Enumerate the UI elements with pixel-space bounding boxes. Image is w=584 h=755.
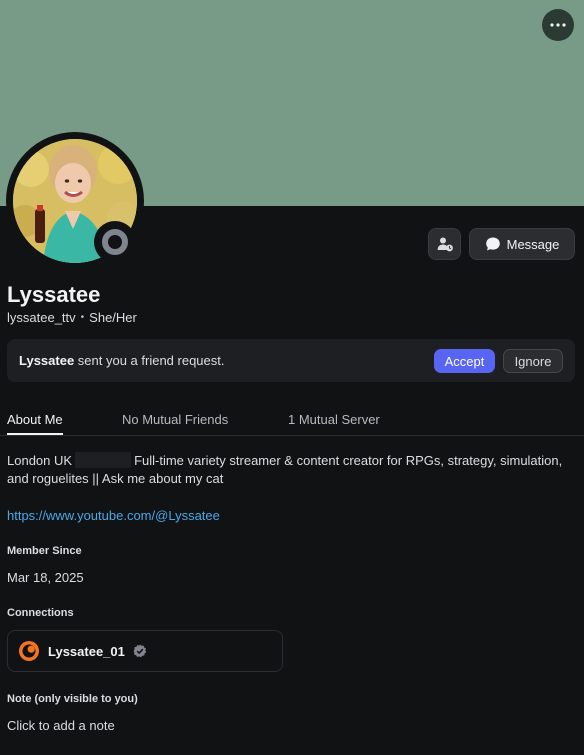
ellipsis-icon	[550, 23, 566, 27]
tab-mutual-friends[interactable]: No Mutual Friends	[122, 412, 228, 435]
connection-item[interactable]: Lyssatee_01	[7, 630, 283, 672]
profile-tabs: About Me No Mutual Friends 1 Mutual Serv…	[0, 412, 584, 436]
offline-status-icon	[102, 229, 128, 255]
friend-request-text: Lyssatee sent you a friend request.	[19, 353, 224, 368]
member-since-label: Member Since	[7, 545, 82, 557]
accept-button[interactable]: Accept	[434, 349, 495, 373]
about-location: London UK	[7, 453, 73, 468]
note-label: Note (only visible to you)	[7, 693, 138, 705]
chat-bubble-icon	[485, 237, 500, 251]
redacted-emoji	[75, 452, 132, 468]
youtube-link[interactable]: https://www.youtube.com/@Lyssatee	[7, 508, 220, 523]
separator-dot: •	[80, 312, 85, 323]
tab-about-me[interactable]: About Me	[7, 412, 63, 435]
verified-check-icon	[133, 644, 147, 658]
ignore-button[interactable]: Ignore	[503, 349, 563, 373]
friend-request-pending-button[interactable]	[428, 228, 461, 260]
connections-label: Connections	[7, 607, 74, 619]
pronouns: She/Her	[89, 310, 137, 325]
username-line: lyssatee_ttv • She/Her	[7, 310, 137, 325]
friend-request-name: Lyssatee	[19, 353, 75, 368]
friend-request-message: sent you a friend request.	[74, 353, 225, 368]
more-options-button[interactable]	[542, 9, 574, 41]
note-input[interactable]: Click to add a note	[7, 718, 115, 733]
tab-mutual-servers[interactable]: 1 Mutual Server	[288, 412, 380, 435]
friend-request-pending-icon	[437, 237, 453, 252]
about-me-text: London UK Full-time variety streamer & co…	[7, 452, 567, 488]
member-since-date: Mar 18, 2025	[7, 570, 84, 585]
message-button-label: Message	[506, 236, 560, 252]
friend-request-banner: Lyssatee sent you a friend request. Acce…	[7, 339, 575, 382]
connection-name: Lyssatee_01	[48, 643, 125, 659]
display-name: Lyssatee	[7, 282, 101, 307]
username[interactable]: lyssatee_ttv	[7, 310, 76, 325]
crunchyroll-icon	[19, 641, 39, 661]
message-button[interactable]: Message	[469, 228, 575, 260]
